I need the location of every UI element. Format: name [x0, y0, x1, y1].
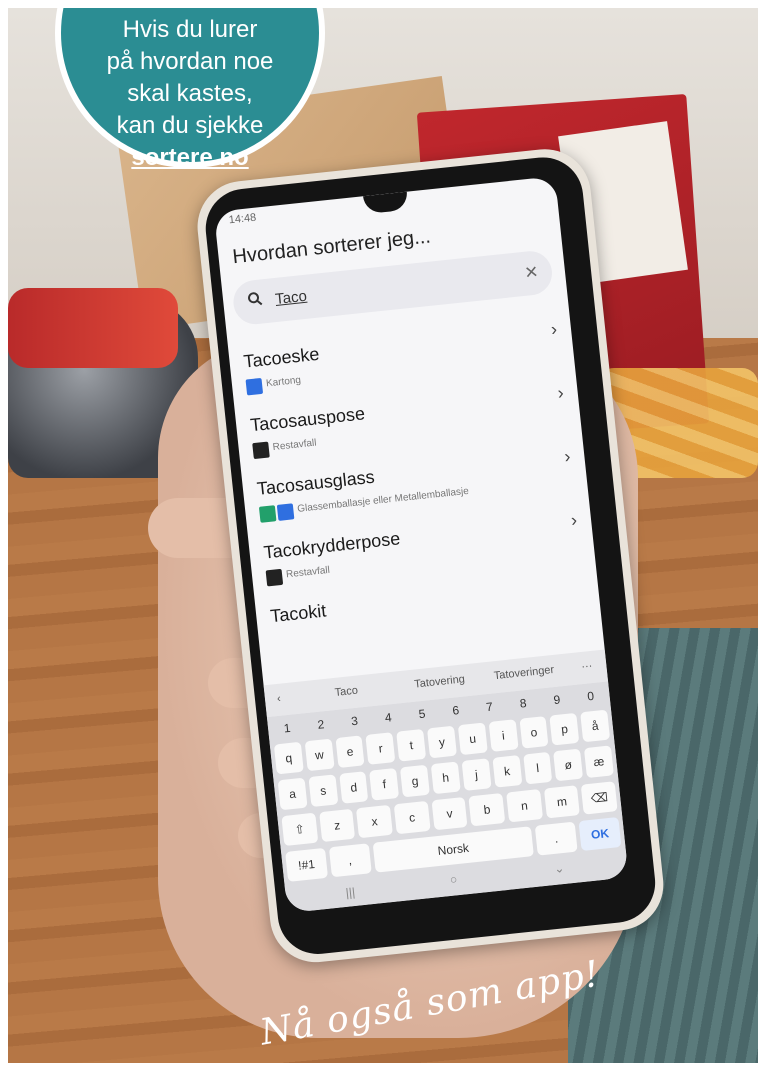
comma-key[interactable]: , [328, 843, 372, 878]
restavfall-icon [265, 568, 284, 587]
key[interactable]: r [365, 732, 396, 765]
chevron-right-icon: › [556, 382, 565, 403]
key[interactable]: 6 [440, 698, 472, 723]
symbols-key[interactable]: !#1 [285, 847, 328, 882]
key[interactable]: m [543, 785, 581, 819]
result-category: Kartong [265, 374, 302, 390]
result-name: Tacokrydderpose [262, 528, 402, 563]
recents-icon[interactable]: ||| [345, 885, 356, 900]
photo-scene: 14:48 Hvordan sorterer jeg... × Tacoeske… [8, 8, 758, 1063]
badge-line: skal kastes, [127, 80, 253, 107]
key[interactable]: 2 [305, 712, 337, 737]
key[interactable]: o [518, 716, 549, 749]
key[interactable]: z [318, 808, 356, 843]
search-icon [248, 292, 263, 306]
key[interactable]: å [580, 709, 611, 743]
badge-line: på hvordan noe [106, 48, 274, 75]
key[interactable]: 5 [406, 701, 438, 726]
result-name: Tacoeske [242, 343, 321, 372]
chips-bag [8, 288, 178, 368]
glass-icon [258, 505, 277, 523]
home-icon[interactable]: ○ [449, 872, 458, 887]
key[interactable]: 4 [372, 705, 404, 730]
search-input[interactable] [272, 264, 517, 310]
key[interactable]: ø [553, 748, 584, 782]
key[interactable]: u [457, 722, 488, 756]
result-category: Restavfall [272, 437, 318, 454]
back-icon[interactable]: ⌄ [554, 861, 565, 876]
period-key[interactable]: . [534, 821, 578, 856]
key[interactable]: a [277, 777, 308, 811]
key[interactable]: w [304, 738, 335, 772]
key[interactable]: n [506, 789, 543, 823]
key[interactable]: i [488, 719, 519, 752]
result-name: Tacosausglass [255, 466, 376, 499]
suggestion[interactable]: Tatovering [414, 673, 466, 690]
key[interactable]: v [431, 796, 468, 831]
close-icon[interactable]: × [524, 258, 540, 285]
shift-key[interactable]: ⇧ [281, 812, 318, 847]
key[interactable]: 8 [507, 691, 539, 716]
metall-icon [276, 503, 295, 521]
key[interactable]: c [393, 800, 431, 835]
chevron-right-icon: › [549, 318, 558, 340]
badge-text: Hvis du lurer på hvordan noe skal kastes… [61, 14, 319, 174]
key[interactable]: 1 [271, 716, 303, 741]
chevron-right-icon: › [569, 509, 579, 531]
page-title: Hvordan sorterer jeg... [231, 225, 432, 269]
more-icon[interactable]: ··· [581, 660, 593, 673]
key[interactable]: f [369, 767, 400, 801]
key[interactable]: t [396, 728, 427, 762]
key[interactable]: k [492, 755, 522, 788]
chevron-left-icon[interactable]: ‹ [276, 693, 281, 705]
key[interactable]: 7 [473, 694, 505, 719]
key[interactable]: h [430, 761, 461, 795]
key[interactable]: e [335, 735, 365, 769]
camera-notch [363, 191, 409, 215]
key[interactable]: 9 [541, 687, 573, 712]
suggestion[interactable]: Tatoveringer [493, 664, 554, 682]
kartong-icon [245, 377, 264, 396]
chevron-right-icon: › [563, 446, 572, 467]
key[interactable]: j [461, 758, 492, 791]
results-list: Tacoeske Kartong › Tacosauspose Restavfa… [237, 306, 594, 658]
key[interactable]: b [468, 793, 506, 827]
badge-line: kan du sjekke [116, 112, 264, 139]
backspace-key[interactable]: ⌫ [581, 781, 618, 815]
phone-screen: 14:48 Hvordan sorterer jeg... × Tacoeske… [213, 176, 629, 914]
result-category: Restavfall [285, 564, 331, 581]
key[interactable]: 3 [339, 709, 371, 734]
sortere-link[interactable]: sortere.no [61, 142, 319, 174]
restavfall-icon [252, 441, 270, 460]
key[interactable]: s [308, 774, 339, 808]
key[interactable]: l [522, 751, 553, 785]
key[interactable]: x [356, 804, 393, 839]
status-time: 14:48 [228, 211, 257, 227]
key[interactable]: d [338, 771, 369, 804]
key[interactable]: q [273, 741, 304, 775]
result-name: Tacosauspose [249, 403, 366, 436]
key[interactable]: p [549, 712, 580, 746]
key[interactable]: 0 [575, 684, 607, 709]
smartphone: 14:48 Hvordan sorterer jeg... × Tacoeske… [193, 144, 668, 967]
key[interactable]: y [427, 725, 457, 759]
suggestion[interactable]: Taco [334, 685, 358, 699]
ok-key[interactable]: OK [578, 817, 622, 852]
info-badge: Hvis du lurer på hvordan noe skal kastes… [55, 8, 325, 171]
key[interactable]: g [400, 764, 430, 798]
key[interactable]: æ [584, 745, 614, 779]
result-name: Tacokit [269, 600, 328, 627]
badge-line: Hvis du lurer [122, 16, 258, 43]
